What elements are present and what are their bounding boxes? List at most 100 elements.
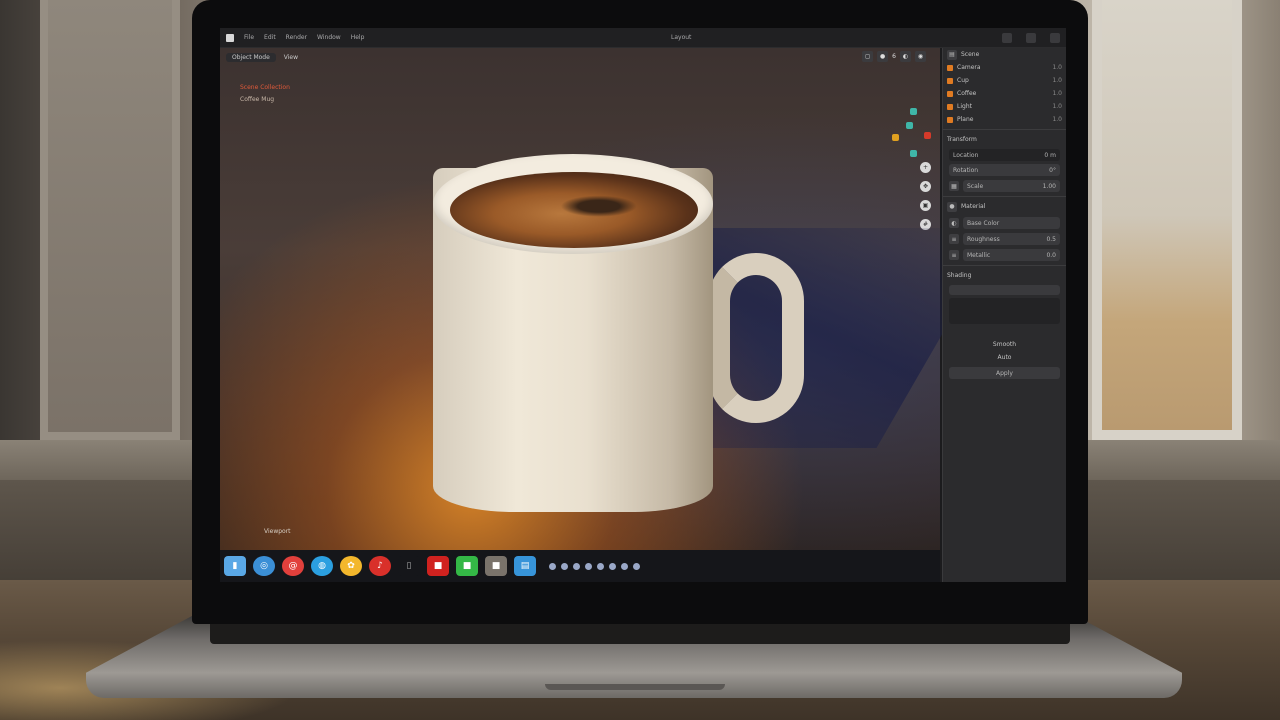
green-app-icon[interactable]: ■ [456,556,478,576]
view-menu[interactable]: View [284,54,298,61]
window-right [1092,0,1242,440]
apply-button[interactable]: Apply [949,367,1060,379]
gizmo-x-icon[interactable] [924,132,931,139]
field-label: Location [953,151,979,159]
tray-icon[interactable] [585,562,592,570]
tray-icon[interactable] [597,562,604,570]
laptop-screen: File Edit Render Window Help Layout Obje… [220,28,1066,582]
render-icon[interactable]: ◉ [915,51,926,62]
3d-viewport[interactable]: Object Mode View ◻ ● 6 ◐ ◉ Scene Collect… [220,48,1004,550]
menu-edit[interactable]: Edit [264,34,276,41]
lock-icon[interactable]: ▦ [949,181,959,191]
smooth-row[interactable]: Smooth [943,338,1066,351]
close-icon[interactable] [1050,32,1060,43]
material-icon[interactable]: ● [947,201,957,212]
list-item[interactable]: Plane 1.0 [943,113,1066,126]
auto-row[interactable]: Auto [943,351,1066,364]
gray-app-icon[interactable]: ■ [485,556,507,576]
maximize-icon[interactable] [1026,32,1036,43]
music-icon[interactable]: ♪ [369,556,391,576]
viewport-header: Object Mode View [220,48,940,66]
red-app-icon[interactable]: ■ [427,556,449,576]
smooth-label: Smooth [992,341,1017,348]
divider [943,129,1066,130]
object-icon [947,103,953,110]
gizmo-neg-z-icon[interactable] [910,150,917,157]
blue-app-icon[interactable]: ▤ [514,556,536,576]
mode-dropdown[interactable]: Object Mode [226,52,276,62]
metallic-row: ≡ Metallic 0.0 [949,249,1060,261]
gizmo-z-icon[interactable] [906,122,913,129]
field-label: Rotation [953,166,979,174]
list-item[interactable]: Cup 1.0 [943,74,1066,87]
menu-bar: File Edit Render Window Help Layout [220,28,1066,48]
globe-icon[interactable]: ◍ [311,556,333,576]
scene-icon[interactable]: ▤ [947,49,957,60]
gizmo-neg-x-icon[interactable] [892,134,899,141]
viewport-side-tools: + ✥ ▣ # [920,162,931,230]
list-item-label: Cup [957,77,969,84]
tray-icon[interactable] [621,562,628,570]
auto-label: Auto [997,354,1012,361]
section-shading[interactable]: Shading [943,269,1066,282]
terminal-icon[interactable]: ▯ [398,556,420,576]
field-value: 0.0 [1046,251,1056,259]
color-icon[interactable]: ◐ [949,218,959,228]
viewport-footer: Viewport [264,528,291,535]
base-color-field[interactable]: Base Color [963,217,1060,229]
files-icon[interactable]: ▮ [224,556,246,576]
list-item[interactable]: Coffee 1.0 [943,87,1066,100]
tray-icon[interactable] [573,562,580,570]
section-material[interactable]: ● Material [943,200,1066,213]
laptop-lip [545,684,725,690]
list-item-label: Light [957,103,972,110]
browser-icon[interactable]: ◎ [253,556,275,576]
section-transform[interactable]: Transform [943,133,1066,146]
scale-field[interactable]: Scale 1.00 [963,180,1060,192]
zoom-icon[interactable]: + [920,162,931,173]
tray-icon[interactable] [549,562,556,570]
list-item-value: 1.0 [1052,77,1062,84]
field-label: Scale [967,182,984,190]
rotation-field[interactable]: Rotation 0° [949,164,1060,176]
camera-icon[interactable]: ▣ [920,200,931,211]
mail-icon[interactable]: @ [282,556,304,576]
divider [943,196,1066,197]
scale-row: ▦ Scale 1.00 [949,180,1060,192]
coffee-surface [450,172,698,248]
menu-window[interactable]: Window [317,34,341,41]
field-value: 1.00 [1042,182,1056,190]
slider-icon[interactable]: ≡ [949,234,959,244]
list-item[interactable]: Light 1.0 [943,100,1066,113]
photos-icon[interactable]: ✿ [340,556,362,576]
location-field[interactable]: Location 0 m [949,149,1060,161]
object-icon [947,116,953,123]
taskbar: ▮ ◎ @ ◍ ✿ ♪ ▯ ■ ■ ■ ▤ [220,550,940,582]
slider-icon[interactable]: ≡ [949,250,959,260]
panel-header: ▤ Scene [943,48,1066,61]
workspace-title[interactable]: Layout [671,34,691,41]
metallic-field[interactable]: Metallic 0.0 [963,249,1060,261]
window-left [40,0,180,440]
wireframe-icon[interactable]: ◻ [862,51,874,62]
tray-icon[interactable] [561,562,568,570]
app-logo-icon[interactable] [226,33,234,42]
tray-icon[interactable] [633,562,640,570]
menu-help[interactable]: Help [351,34,365,41]
list-item-label: Coffee [957,90,977,97]
list-item[interactable]: Camera 1.0 [943,61,1066,74]
shading-count: 6 [892,53,896,60]
minimize-icon[interactable] [1002,32,1012,43]
tray-icon[interactable] [609,562,616,570]
shading-field[interactable] [949,285,1060,295]
navigation-gizmo[interactable] [890,108,938,164]
gizmo-y-icon[interactable] [910,108,917,115]
object-icon [947,64,953,71]
roughness-field[interactable]: Roughness 0.5 [963,233,1060,245]
menu-file[interactable]: File [244,34,254,41]
material-icon[interactable]: ◐ [900,51,911,62]
solid-icon[interactable]: ● [877,51,889,62]
menu-render[interactable]: Render [286,34,307,41]
shading-field[interactable] [949,298,1060,324]
pan-icon[interactable]: ✥ [920,181,931,192]
